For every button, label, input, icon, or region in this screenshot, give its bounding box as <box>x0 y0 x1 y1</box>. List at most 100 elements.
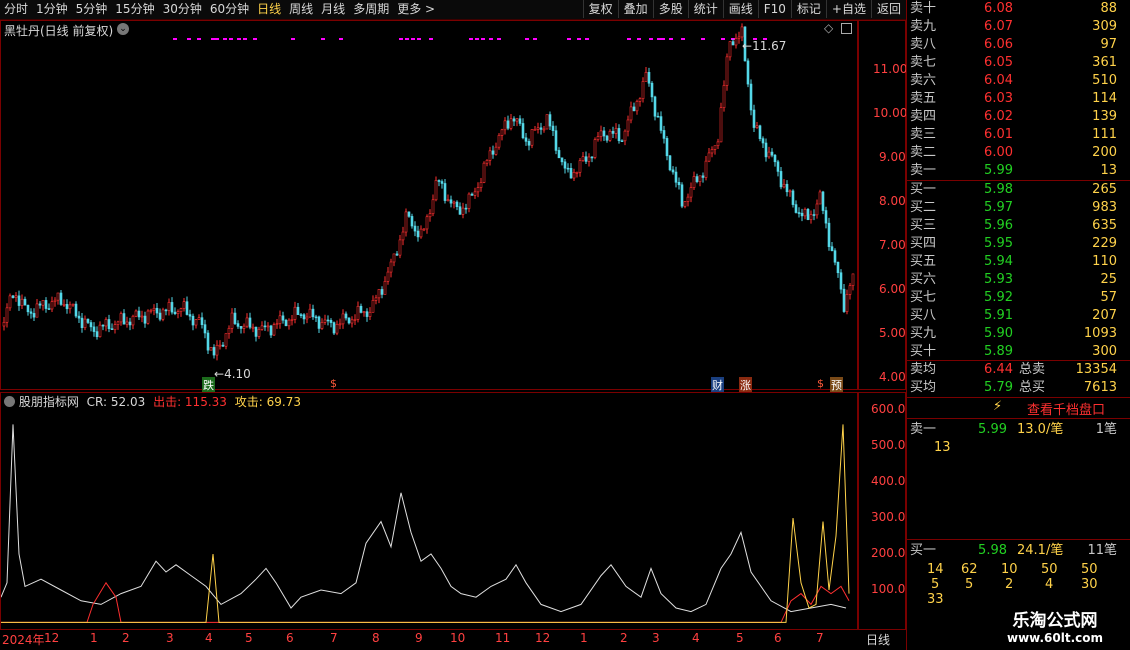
level-name: 买八 <box>910 308 937 323</box>
tab-more[interactable]: 更多 > <box>393 0 439 19</box>
high-price-label: ←11.67 <box>742 39 787 53</box>
candle-body <box>617 128 621 142</box>
tab-multi-period[interactable]: 多周期 <box>349 0 393 19</box>
chevron-down-icon[interactable] <box>4 396 15 407</box>
buy-level-row[interactable]: 买七 5.92 57 <box>907 289 1123 307</box>
candle-body <box>437 180 441 182</box>
candle-body <box>239 326 243 329</box>
sell-level-row[interactable]: 卖四 6.02 139 <box>907 108 1123 126</box>
candle-body <box>635 101 639 112</box>
marker-dollar-2[interactable]: $ <box>817 377 824 390</box>
candle-body <box>35 303 39 318</box>
marker-finance[interactable]: 财 <box>711 377 724 393</box>
candle-body <box>554 130 558 151</box>
stats-button[interactable]: 统计 <box>687 0 723 18</box>
buy-level-row[interactable]: 买八 5.91 207 <box>907 307 1123 325</box>
candle-body <box>41 300 45 306</box>
level-price: 5.92 <box>984 290 1013 305</box>
signal-dot <box>173 38 177 40</box>
f10-button[interactable]: F10 <box>757 0 791 18</box>
sell-level-row[interactable]: 卖七 6.05 361 <box>907 54 1123 72</box>
sell-level-row[interactable]: 卖三 6.01 111 <box>907 126 1123 144</box>
indicator-chart[interactable]: 股朋指标网 CR: 52.03 出击: 115.33 攻击: 69.73 <box>0 392 858 630</box>
candle-body <box>14 295 18 298</box>
buy-level-row[interactable]: 买五 5.94 110 <box>907 253 1123 271</box>
buy-level-row[interactable]: 买四 5.95 229 <box>907 235 1123 253</box>
back-button[interactable]: 返回 <box>870 0 906 18</box>
signal-dot <box>405 38 409 40</box>
candle-body <box>260 325 264 330</box>
draw-line-button[interactable]: 画线 <box>722 0 758 18</box>
add-watchlist-button[interactable]: +自选 <box>825 0 871 18</box>
buy-level-row[interactable]: 买一 5.98 265 <box>907 181 1123 199</box>
tab-intraday[interactable]: 分时 <box>0 0 32 19</box>
candle-body <box>218 344 222 347</box>
buy-level-row[interactable]: 买九 5.90 1093 <box>907 325 1123 343</box>
date-label: 7 <box>816 631 824 645</box>
sell-level-row[interactable]: 卖十 6.08 88 <box>907 0 1123 18</box>
sell-level-row[interactable]: 卖二 6.00 200 <box>907 144 1123 162</box>
marker-dollar[interactable]: $ <box>330 377 337 390</box>
candle-body <box>11 295 15 298</box>
level-price: 5.99 <box>984 163 1013 178</box>
window-toggle-icon[interactable] <box>841 23 852 34</box>
candle-body <box>359 305 363 313</box>
candle-body <box>233 312 237 324</box>
level-volume: 88 <box>1100 1 1117 16</box>
tab-5min[interactable]: 5分钟 <box>72 0 112 19</box>
candle-body <box>113 324 117 330</box>
buy-level-row[interactable]: 买六 5.93 25 <box>907 271 1123 289</box>
overlay-button[interactable]: 叠加 <box>617 0 653 18</box>
buy-level-row[interactable]: 买十 5.89 300 <box>907 343 1123 361</box>
avg-sell-row: 卖均 6.44 总卖 13354 <box>907 361 1123 379</box>
candle-body <box>479 182 483 188</box>
diamond-icon[interactable]: ◇ <box>824 21 833 35</box>
candle-body <box>365 311 369 317</box>
tab-1min[interactable]: 1分钟 <box>32 0 72 19</box>
candle-body <box>179 308 183 313</box>
level-volume: 510 <box>1092 73 1117 88</box>
thousand-level-button[interactable]: 查看千档盘口 <box>1027 399 1105 418</box>
candle-body <box>683 201 687 207</box>
candle-body <box>350 319 354 324</box>
signal-dot <box>215 38 219 40</box>
chevron-down-icon[interactable]: ⌄ <box>117 23 129 35</box>
tab-daily[interactable]: 日线 <box>253 0 285 19</box>
candle-body <box>620 140 624 143</box>
divider <box>907 397 1130 398</box>
level-volume: 13 <box>1100 163 1117 178</box>
sell-level-row[interactable]: 卖一 5.99 13 <box>907 162 1123 180</box>
candle-body <box>416 230 420 238</box>
candle-body <box>8 295 12 309</box>
candle-body <box>341 313 345 325</box>
candle-body <box>752 109 756 128</box>
tab-15min[interactable]: 15分钟 <box>111 0 158 19</box>
candle-body <box>560 157 564 163</box>
candle-body <box>551 125 555 131</box>
candle-body <box>122 313 126 325</box>
marker-forecast[interactable]: 预 <box>830 377 843 393</box>
price-tick: 9.00 <box>879 150 906 164</box>
marker-rise[interactable]: 涨 <box>739 377 752 393</box>
mark-button[interactable]: 标记 <box>790 0 826 18</box>
sell-level-row[interactable]: 卖八 6.06 97 <box>907 36 1123 54</box>
candle-body <box>608 130 612 141</box>
level-price: 5.90 <box>984 326 1013 341</box>
candlestick-chart[interactable]: 黑牡丹(日线 前复权) ⌄ ◇ ←11.67 ←4.10 跌 $ 财 涨 $ 预 <box>0 20 858 393</box>
buy-level-row[interactable]: 买二 5.97 983 <box>907 199 1123 217</box>
sell-level-row[interactable]: 卖九 6.07 309 <box>907 18 1123 36</box>
candle-body <box>503 120 507 131</box>
multi-stock-button[interactable]: 多股 <box>652 0 688 18</box>
candle-body <box>632 106 636 112</box>
level-price: 6.07 <box>984 19 1013 34</box>
buy-level-row[interactable]: 买三 5.96 635 <box>907 217 1123 235</box>
adjust-button[interactable]: 复权 <box>582 0 618 18</box>
marker-fall[interactable]: 跌 <box>202 377 215 393</box>
tab-60min[interactable]: 60分钟 <box>206 0 253 19</box>
tab-monthly[interactable]: 月线 <box>317 0 349 19</box>
tab-30min[interactable]: 30分钟 <box>159 0 206 19</box>
buy1-queue-item: 33 <box>927 592 944 607</box>
sell-level-row[interactable]: 卖六 6.04 510 <box>907 72 1123 90</box>
sell-level-row[interactable]: 卖五 6.03 114 <box>907 90 1123 108</box>
tab-weekly[interactable]: 周线 <box>285 0 317 19</box>
